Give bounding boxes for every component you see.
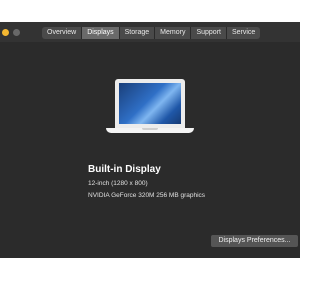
laptop-lid (115, 79, 185, 128)
minimize-button[interactable] (2, 29, 9, 36)
tab-service[interactable]: Service (226, 27, 261, 39)
tab-storage[interactable]: Storage (119, 27, 156, 39)
display-resolution: 12-inch (1280 x 800) (88, 180, 148, 187)
laptop-icon (106, 79, 194, 135)
display-graphics: NVIDIA GeForce 320M 256 MB graphics (88, 192, 206, 199)
displays-preferences-button[interactable]: Displays Preferences... (211, 235, 298, 247)
tab-support[interactable]: Support (191, 27, 227, 39)
laptop-notch (142, 128, 158, 130)
tab-memory[interactable]: Memory (155, 27, 192, 39)
title-bar: Overview Displays Storage Memory Support… (0, 22, 300, 42)
tab-displays[interactable]: Displays (82, 27, 120, 39)
display-name: Built-in Display (88, 164, 161, 175)
tab-overview[interactable]: Overview (42, 27, 83, 39)
zoom-button[interactable] (13, 29, 20, 36)
about-this-mac-window: Overview Displays Storage Memory Support… (0, 22, 300, 258)
tab-bar: Overview Displays Storage Memory Support… (42, 27, 261, 39)
laptop-screen (119, 83, 181, 124)
